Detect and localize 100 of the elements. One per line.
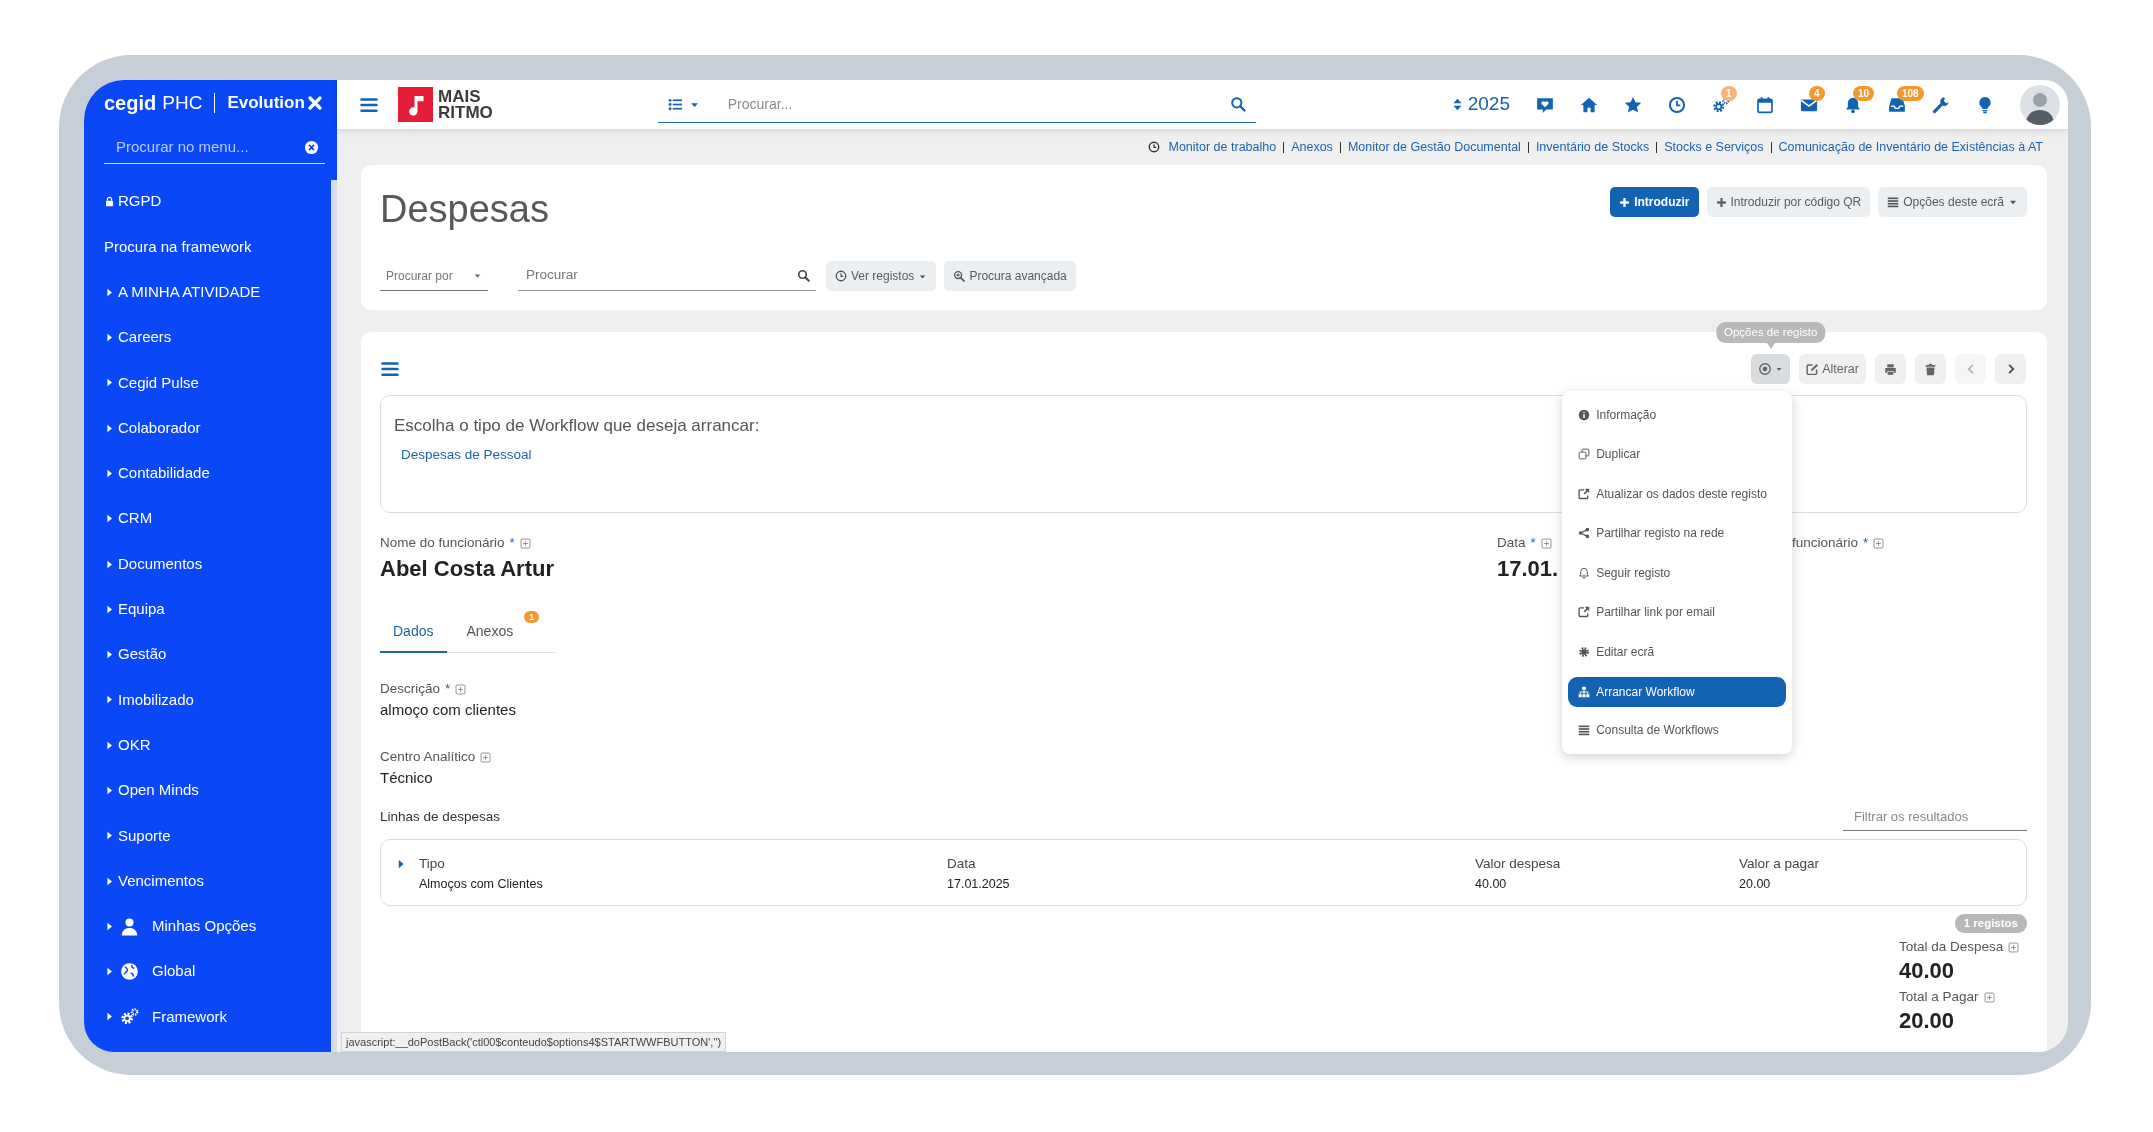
caret-icon (104, 558, 115, 570)
plus-icon (1715, 196, 1727, 208)
bell-icon (1578, 566, 1591, 579)
scrollbar[interactable] (331, 180, 337, 1052)
trash-icon (1924, 362, 1937, 376)
page-title: Despesas (380, 187, 549, 232)
menu-item[interactable]: Editar ecrã (1568, 632, 1787, 672)
close-icon[interactable] (307, 95, 323, 111)
calendar-icon[interactable] (1756, 95, 1774, 114)
sidebar-item[interactable]: Equipa (104, 586, 327, 632)
tray-icon[interactable] (1888, 95, 1906, 114)
bell-icon[interactable] (1844, 95, 1862, 114)
expand-icon[interactable] (1873, 537, 1885, 549)
print-button[interactable] (1875, 354, 1906, 384)
breadcrumb-link[interactable]: Anexos (1291, 137, 1333, 157)
breadcrumb-link[interactable]: Monitor de trabalho (1168, 137, 1277, 157)
options-button[interactable] (1751, 354, 1791, 384)
expand-icon[interactable] (2008, 941, 2020, 953)
caret-icon (104, 603, 115, 615)
breadcrumb-link[interactable]: Stocks e Serviços (1664, 137, 1764, 157)
search-icon[interactable] (797, 269, 810, 282)
menu-item[interactable]: Informação (1568, 395, 1787, 435)
next-button[interactable] (1995, 354, 2026, 384)
dropdown-button[interactable]: Opções deste ecrã (1878, 187, 2027, 217)
menu-item[interactable]: Partilhar link por email (1568, 592, 1787, 632)
sidebar-item[interactable]: Careers (104, 314, 327, 361)
sidebar-item[interactable]: Framework (104, 994, 327, 1040)
sidebar-item[interactable]: Imobilizado (104, 677, 327, 723)
action-button[interactable]: Introduzir por código QR (1706, 187, 1871, 217)
caret-icon (473, 271, 482, 280)
total-value: 20.00 (1899, 1007, 1956, 1036)
avatar[interactable] (2020, 84, 2060, 125)
user-icon (120, 916, 139, 936)
sidebar-item[interactable]: Contabilidade (104, 450, 327, 497)
breadcrumb-link[interactable]: Inventário de Stocks (1535, 137, 1650, 157)
sidebar-item[interactable]: Colaborador (104, 405, 327, 451)
search-icon[interactable] (1229, 96, 1246, 112)
settings-icon (1578, 645, 1591, 658)
breadcrumb-link[interactable]: Comunicação de Inventário de Existências à AT (1778, 137, 2043, 157)
caret-icon (104, 920, 115, 932)
menu-icon[interactable] (380, 359, 400, 379)
caret-icon (1775, 365, 1784, 373)
menu-item[interactable]: Duplicar (1568, 434, 1787, 474)
expand-icon[interactable] (519, 537, 531, 549)
share-nodes-icon (1578, 527, 1591, 540)
expand-icon[interactable] (480, 751, 492, 763)
sidebar-item[interactable]: Open Minds (104, 767, 327, 814)
sidebar-item[interactable]: Suporte (104, 813, 327, 859)
menu-item[interactable]: Partilhar registo na rede (1568, 513, 1787, 553)
menu-search-field[interactable]: Procurar no menu... (114, 135, 304, 160)
home-icon[interactable] (1580, 95, 1598, 114)
menu-item[interactable]: Seguir registo (1568, 553, 1787, 593)
delete-button[interactable] (1915, 354, 1946, 384)
info-icon (1578, 408, 1591, 421)
caret-icon (104, 649, 115, 661)
menu-item[interactable]: Consulta de Workflows (1568, 710, 1787, 750)
chat-heart-icon[interactable] (1536, 95, 1554, 114)
share-icon (1578, 487, 1591, 500)
expand-icon[interactable] (1983, 991, 1995, 1003)
sidebar-item[interactable]: Global (104, 949, 327, 995)
sidebar-item[interactable]: Cegid Pulse (104, 360, 327, 406)
table-cell-text: 17.01.2025 (947, 876, 1011, 893)
star-icon[interactable] (1624, 95, 1642, 114)
year-selector[interactable]: 2025 (1450, 90, 1510, 119)
count-badge: 1 (523, 611, 540, 623)
filter-button[interactable]: Procura avançada (944, 261, 1076, 291)
menu-item[interactable]: Atualizar os dados deste registo (1568, 474, 1787, 514)
edit-icon (1806, 362, 1820, 376)
sidebar-item[interactable]: RGPD (104, 179, 327, 225)
wrench-icon[interactable] (1932, 95, 1950, 114)
expand-icon[interactable] (455, 683, 467, 695)
filter-button[interactable]: Ver registos (826, 261, 937, 291)
clock-icon[interactable] (1668, 95, 1686, 114)
total-value: 40.00 (1899, 957, 1956, 986)
lightbulb-icon[interactable] (1976, 95, 1994, 114)
column-header: Data (947, 854, 977, 873)
sidebar-item[interactable]: A MINHA ATIVIDADE (104, 269, 327, 315)
workflow-link[interactable]: Despesas de Pessoal (401, 444, 532, 465)
caret-icon (104, 830, 115, 842)
sidebar-item[interactable]: CRM (104, 496, 327, 542)
sidebar-item[interactable]: Vencimentos (104, 858, 327, 904)
clear-icon[interactable] (304, 140, 319, 155)
sidebar-item[interactable]: Procura na framework (104, 224, 327, 270)
caret-icon (104, 1011, 115, 1023)
menu-item[interactable]: Arrancar Workflow (1568, 676, 1787, 707)
sidebar-item[interactable]: Documentos (104, 541, 327, 587)
edit-button[interactable]: Alterar (1799, 354, 1866, 384)
sidebar-item[interactable]: Minhas Opções (104, 903, 327, 950)
sidebar-item[interactable]: Gestão (104, 631, 327, 678)
search-icon (953, 270, 966, 282)
search-by-select[interactable]: Procurar por (380, 261, 488, 291)
breadcrumb-link[interactable]: Monitor de Gestão Documental (1347, 137, 1521, 157)
sidebar-item[interactable]: OKR (104, 722, 327, 768)
action-button[interactable]: Introduzir (1610, 187, 1699, 217)
list-icon[interactable] (667, 96, 683, 112)
clock-icon (835, 270, 847, 282)
globe-icon (120, 962, 139, 982)
record-count: 1 registos (1954, 914, 2027, 934)
tab[interactable]: Dados (380, 613, 448, 653)
expand-icon[interactable] (1540, 537, 1552, 549)
